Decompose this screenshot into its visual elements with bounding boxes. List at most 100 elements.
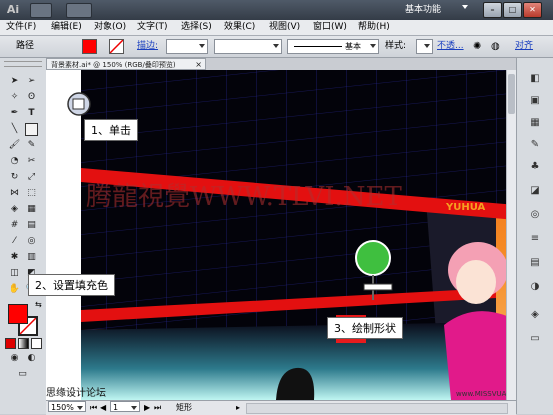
gradient-panel-icon[interactable]: ▤: [528, 256, 542, 270]
callout-step3: 3、绘制形状: [327, 317, 403, 339]
rectangle-tool-icon[interactable]: [25, 123, 38, 136]
column-graph-tool-icon[interactable]: ▥: [25, 251, 38, 264]
fill-color-indicator[interactable]: [8, 304, 28, 324]
appearance-panel-icon[interactable]: ◎: [528, 208, 542, 222]
rotate-tool-icon[interactable]: ↻: [8, 171, 21, 184]
gradient-tool-icon[interactable]: ▤: [25, 219, 38, 232]
draw-normal-icon[interactable]: ◉: [8, 352, 21, 365]
perspective-grid-tool-icon[interactable]: ▦: [25, 203, 38, 216]
footer-watermark-left: 思缘设计论坛: [46, 386, 106, 399]
graphic-style-label: 样式:: [385, 41, 407, 51]
swap-fill-stroke-icon[interactable]: ⇆: [35, 300, 42, 309]
artboard-tool-icon[interactable]: ◫: [8, 267, 21, 280]
no-stroke-icon: [110, 40, 123, 53]
close-button[interactable]: ✕: [523, 2, 542, 18]
eyedropper-tool-icon[interactable]: ⁄: [8, 235, 21, 248]
prev-page-icon[interactable]: ◀: [100, 401, 106, 414]
layers-panel-icon[interactable]: ◈: [528, 308, 542, 322]
fill-color-swatch[interactable]: [82, 39, 97, 54]
pen-tool-icon[interactable]: ✒: [8, 107, 21, 120]
menu-type[interactable]: 文字(T): [137, 20, 168, 35]
menu-effect[interactable]: 效果(C): [224, 20, 255, 35]
transparency-panel-icon[interactable]: ◑: [528, 280, 542, 294]
graphic-styles-icon[interactable]: ◪: [528, 184, 542, 198]
brushes-panel-icon[interactable]: ✎: [528, 138, 542, 152]
cursor-rect-glyph: [72, 98, 85, 110]
green-sign: [355, 240, 391, 276]
menu-view[interactable]: 视图(V): [269, 20, 300, 35]
artboards-panel-icon[interactable]: ▭: [528, 332, 542, 346]
stroke-panel-icon[interactable]: ≡: [528, 232, 542, 246]
panel-grip[interactable]: [4, 61, 42, 67]
status-menu-icon[interactable]: ▸: [236, 401, 240, 414]
mesh-tool-icon[interactable]: #: [8, 219, 21, 232]
stroke-preview-line: [294, 46, 342, 47]
width-tool-icon[interactable]: ⋈: [8, 187, 21, 200]
symbol-sprayer-tool-icon[interactable]: ✱: [8, 251, 21, 264]
maximize-button[interactable]: □: [503, 2, 522, 18]
swatches-panel-icon[interactable]: ▦: [528, 116, 542, 130]
lasso-tool-icon[interactable]: ʘ: [25, 91, 38, 104]
symbols-panel-icon[interactable]: ♣: [528, 160, 542, 174]
color-guide-icon[interactable]: ▣: [528, 94, 542, 108]
menu-edit[interactable]: 编辑(E): [51, 20, 82, 35]
brush-style-label: 基本: [345, 42, 361, 51]
magic-wand-tool-icon[interactable]: ✧: [8, 91, 21, 104]
graphic-style-dropdown[interactable]: [416, 39, 433, 54]
free-transform-tool-icon[interactable]: ⬚: [25, 187, 38, 200]
direct-selection-tool-icon[interactable]: ➢: [25, 75, 38, 88]
minimize-button[interactable]: –: [483, 2, 502, 18]
menu-select[interactable]: 选择(S): [181, 20, 212, 35]
isolate-icon[interactable]: ◍: [491, 40, 500, 53]
girl-face: [456, 260, 496, 304]
scale-tool-icon[interactable]: ⤢: [25, 171, 38, 184]
menu-window[interactable]: 窗口(W): [313, 20, 347, 35]
title-bar: Ai 基本功能 – □ ✕: [0, 0, 553, 20]
menu-help[interactable]: 帮助(H): [358, 20, 390, 35]
paintbrush-tool-icon[interactable]: 🖌: [8, 139, 21, 152]
stroke-weight-dropdown[interactable]: [166, 39, 208, 54]
draw-behind-icon[interactable]: ◐: [25, 352, 38, 365]
gradient-mode-icon[interactable]: [18, 338, 29, 349]
first-page-icon[interactable]: ⏮: [90, 401, 97, 414]
none-mode-icon[interactable]: [31, 338, 42, 349]
brush-definition-dropdown[interactable]: 基本: [287, 39, 379, 54]
chevron-down-icon: [462, 5, 468, 9]
document-tab-title: 背景素材.ai* @ 150% (RGB/叠印预览): [51, 61, 176, 69]
current-tool-name: 矩形: [176, 403, 192, 412]
next-page-icon[interactable]: ▶: [144, 401, 150, 414]
variable-width-dropdown[interactable]: [214, 39, 282, 54]
tools-panel: ➤ ➢ ✧ ʘ ✒ T ╲ 🖌 ✎ ◔ ✂ ↻ ⤢ ⋈ ⬚ ◈ ▦ # ▤ ⁄ …: [0, 58, 47, 414]
hand-tool-icon[interactable]: ✋: [8, 283, 21, 296]
artboard-number-field[interactable]: 1: [110, 401, 140, 412]
blend-tool-icon[interactable]: ◎: [25, 235, 38, 248]
recolor-icon[interactable]: ✺: [473, 40, 481, 53]
opacity-link[interactable]: 不透...: [437, 40, 464, 53]
zoom-dropdown[interactable]: 150%: [48, 401, 86, 412]
color-panel-icon[interactable]: ◧: [528, 72, 542, 86]
stroke-weight-label[interactable]: 描边:: [137, 40, 158, 53]
horizontal-scrollbar[interactable]: [246, 403, 508, 414]
type-tool-icon[interactable]: T: [25, 107, 38, 120]
blob-brush-tool-icon[interactable]: ◔: [8, 155, 21, 168]
document-tab[interactable]: 背景素材.ai* @ 150% (RGB/叠印预览) ×: [46, 58, 206, 70]
stroke-color-swatch[interactable]: [109, 39, 124, 54]
align-link[interactable]: 对齐: [515, 40, 533, 53]
artboard-margin: [46, 70, 81, 400]
selection-type-label: 路径: [16, 41, 35, 51]
arrange-documents-button[interactable]: [66, 3, 92, 18]
menu-file[interactable]: 文件(F): [6, 20, 36, 35]
color-mode-icon[interactable]: [5, 338, 16, 349]
line-tool-icon[interactable]: ╲: [8, 123, 21, 136]
workspace-switcher[interactable]: 基本功能: [405, 3, 467, 17]
store-name: YUHUA: [445, 202, 486, 213]
shape-builder-tool-icon[interactable]: ◈: [8, 203, 21, 216]
selection-tool-icon[interactable]: ➤: [8, 75, 21, 88]
last-page-icon[interactable]: ⏭: [154, 401, 161, 414]
pencil-tool-icon[interactable]: ✎: [25, 139, 38, 152]
bridge-button[interactable]: [30, 3, 52, 18]
screen-mode-icon[interactable]: ▭: [16, 368, 29, 381]
scissors-tool-icon[interactable]: ✂: [25, 155, 38, 168]
scrollbar-thumb[interactable]: [508, 74, 515, 114]
menu-object[interactable]: 对象(O): [94, 20, 126, 35]
